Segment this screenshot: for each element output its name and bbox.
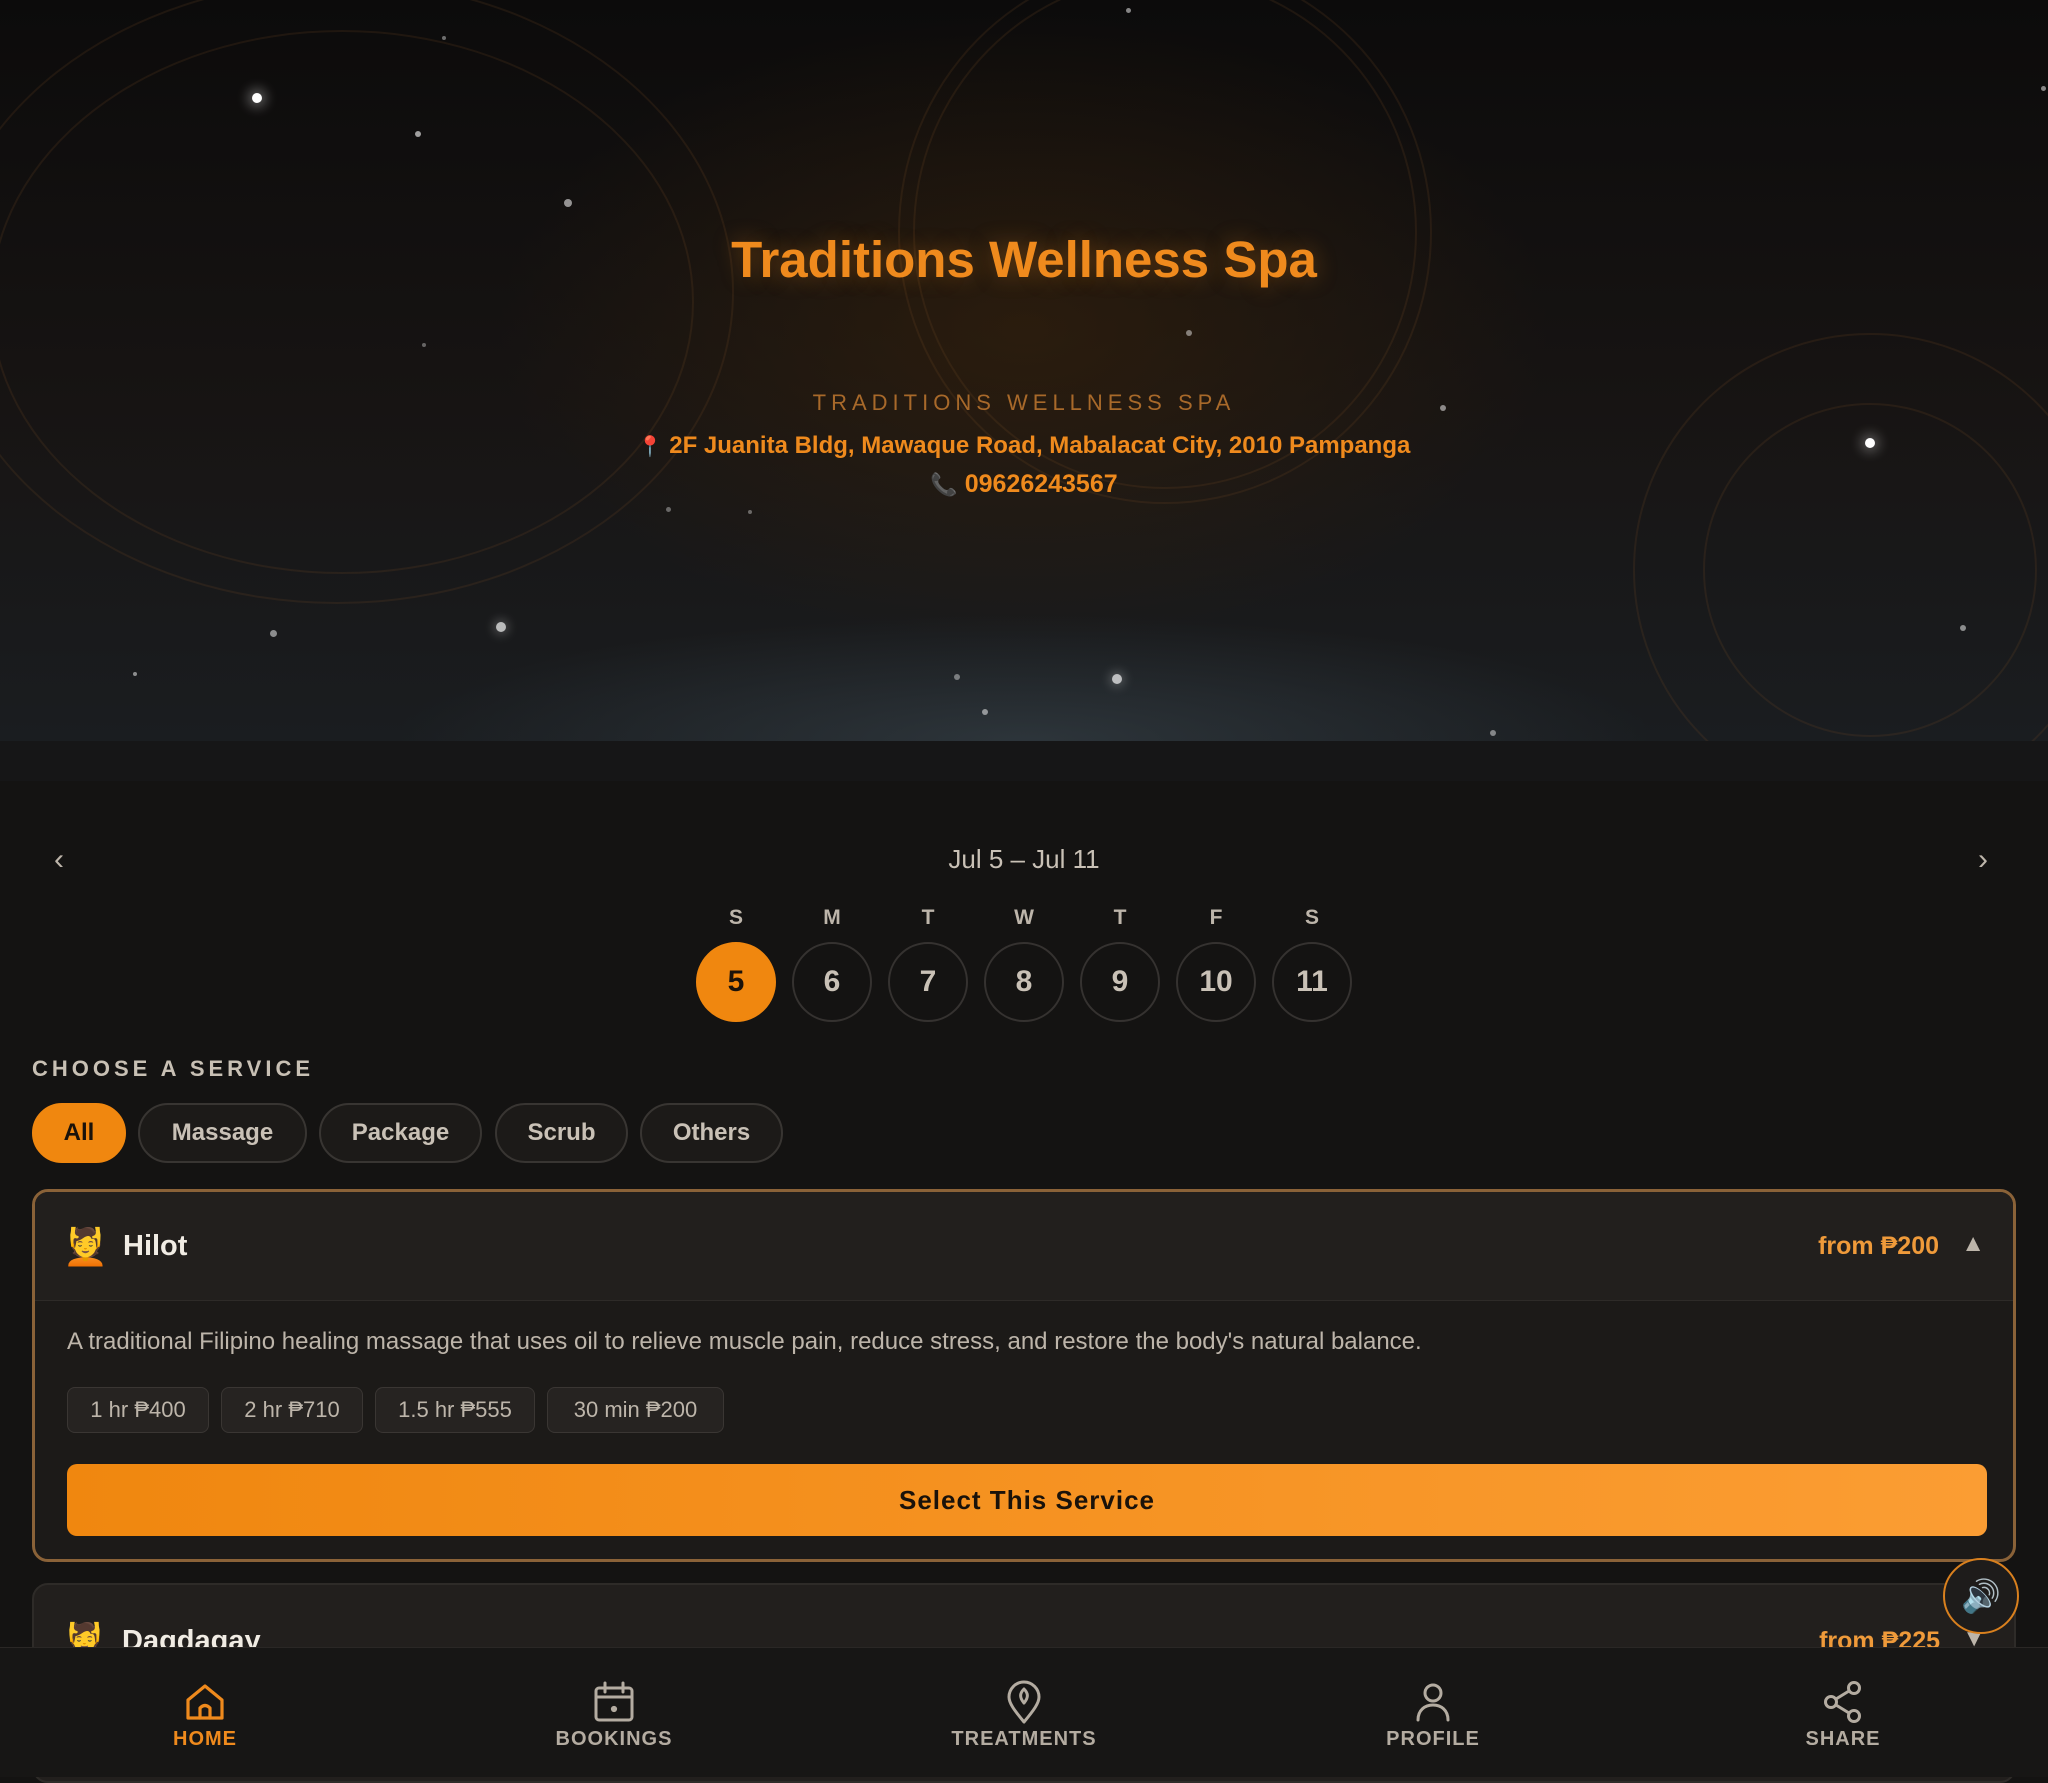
share-icon (1824, 1681, 1861, 1723)
next-week-button[interactable]: › (1978, 843, 1988, 877)
day-button[interactable]: 9 (1080, 942, 1160, 1022)
star (666, 507, 671, 512)
day-column: M 6 (790, 904, 874, 1022)
nav-home[interactable]: HOME (0, 1648, 410, 1777)
day-letter: W (1014, 906, 1034, 929)
bottom-nav: HOME BOOKINGS TREATMENTS PROFILE SHARE (0, 1647, 2048, 1777)
day-letter: S (728, 906, 743, 929)
hero-divider (0, 741, 2048, 781)
star (422, 343, 426, 347)
day-button[interactable]: 11 (1272, 942, 1352, 1022)
day-button[interactable]: 8 (984, 942, 1064, 1022)
star (270, 630, 277, 637)
phone-text[interactable]: 09626243567 (965, 470, 1118, 498)
week-range-label: Jul 5 – Jul 11 (948, 844, 1100, 874)
day-column: S 5 (694, 904, 778, 1022)
collapse-caret-icon[interactable]: ▲ (1961, 1230, 1985, 1258)
duration-option[interactable]: 30 min ₱200 (547, 1387, 724, 1433)
day-column: S 11 (1270, 904, 1354, 1022)
service-description: A traditional Filipino healing massage t… (67, 1328, 1422, 1355)
star (1186, 330, 1192, 336)
star (133, 672, 137, 676)
nav-label: TREATMENTS (951, 1728, 1097, 1750)
nav-bookings[interactable]: BOOKINGS (409, 1648, 819, 1777)
nav-share[interactable]: SHARE (1638, 1648, 2048, 1777)
filter-chip-scrub[interactable]: Scrub (495, 1103, 628, 1163)
sound-toggle-button[interactable]: 🔊 (1943, 1558, 2019, 1634)
star (748, 510, 752, 514)
nav-label: BOOKINGS (555, 1728, 673, 1750)
select-service-button[interactable]: Select This Service (67, 1464, 1987, 1536)
star (415, 131, 421, 137)
business-subtitle: TRADITIONS WELLNESS SPA (812, 390, 1236, 415)
service-price: from ₱200 (1818, 1232, 1939, 1260)
business-address: 📍 2F Juanita Bldg, Mawaque Road, Mabalac… (0, 432, 2048, 460)
star (1490, 730, 1496, 736)
day-column: T 9 (1078, 904, 1162, 1022)
massage-icon: 💆 (63, 1226, 108, 1267)
nav-profile[interactable]: PROFILE (1228, 1648, 1638, 1777)
day-button[interactable]: 10 (1176, 942, 1256, 1022)
nav-label: HOME (173, 1728, 237, 1750)
nav-label: SHARE (1805, 1728, 1881, 1750)
day-letter: T (1113, 906, 1127, 929)
duration-option[interactable]: 1 hr ₱400 (67, 1387, 209, 1433)
service-card-expanded: 💆 Hilot from ₱200 ▲ A traditional Filipi… (32, 1189, 2016, 1562)
location-pin-icon (1007, 1680, 1041, 1724)
star (1126, 8, 1131, 13)
speaker-icon: 🔊 (1961, 1578, 2001, 1614)
day-button[interactable]: 6 (792, 942, 872, 1022)
star (1960, 625, 1966, 631)
home-icon (186, 1684, 224, 1720)
service-card-header[interactable]: 💆 Hilot from ₱200 ▲ (35, 1192, 2013, 1301)
business-title: Traditions Wellness Spa (731, 231, 1317, 288)
star (564, 199, 572, 207)
star (954, 674, 960, 680)
filter-chip-massage[interactable]: Massage (138, 1103, 307, 1163)
day-column: W 8 (982, 904, 1066, 1022)
filter-chip-package[interactable]: Package (319, 1103, 482, 1163)
hero-banner: Traditions Wellness Spa TRADITIONS WELLN… (0, 0, 2048, 741)
day-button[interactable]: 7 (888, 942, 968, 1022)
star (1112, 674, 1122, 684)
location-pin-icon: 📍 (637, 436, 663, 458)
star (496, 622, 506, 632)
user-icon (1416, 1683, 1450, 1722)
day-column: F 10 (1174, 904, 1258, 1022)
day-button-selected[interactable]: 5 (696, 942, 776, 1022)
nav-treatments[interactable]: TREATMENTS (819, 1648, 1229, 1777)
duration-option[interactable]: 1.5 hr ₱555 (375, 1387, 535, 1433)
service-name: Hilot (123, 1230, 188, 1262)
star (2041, 86, 2046, 91)
day-letter: S (1304, 906, 1319, 929)
star (982, 709, 988, 715)
business-phone[interactable]: 📞 09626243567 (0, 470, 2048, 499)
calendar-icon (594, 1681, 634, 1722)
duration-option[interactable]: 2 hr ₱710 (221, 1387, 363, 1433)
address-text: 2F Juanita Bldg, Mawaque Road, Mabalacat… (669, 432, 1411, 459)
filter-chip-others[interactable]: Others (640, 1103, 783, 1163)
day-letter: M (823, 906, 841, 929)
star (252, 93, 262, 103)
filter-chip-all[interactable]: All (32, 1103, 126, 1163)
star (442, 36, 446, 40)
day-column: T 7 (886, 904, 970, 1022)
day-letter: F (1209, 906, 1223, 929)
phone-icon: 📞 (930, 472, 958, 497)
day-letter: T (921, 906, 935, 929)
nav-label: PROFILE (1386, 1728, 1480, 1750)
choose-service-heading: CHOOSE A SERVICE (32, 1056, 315, 1081)
